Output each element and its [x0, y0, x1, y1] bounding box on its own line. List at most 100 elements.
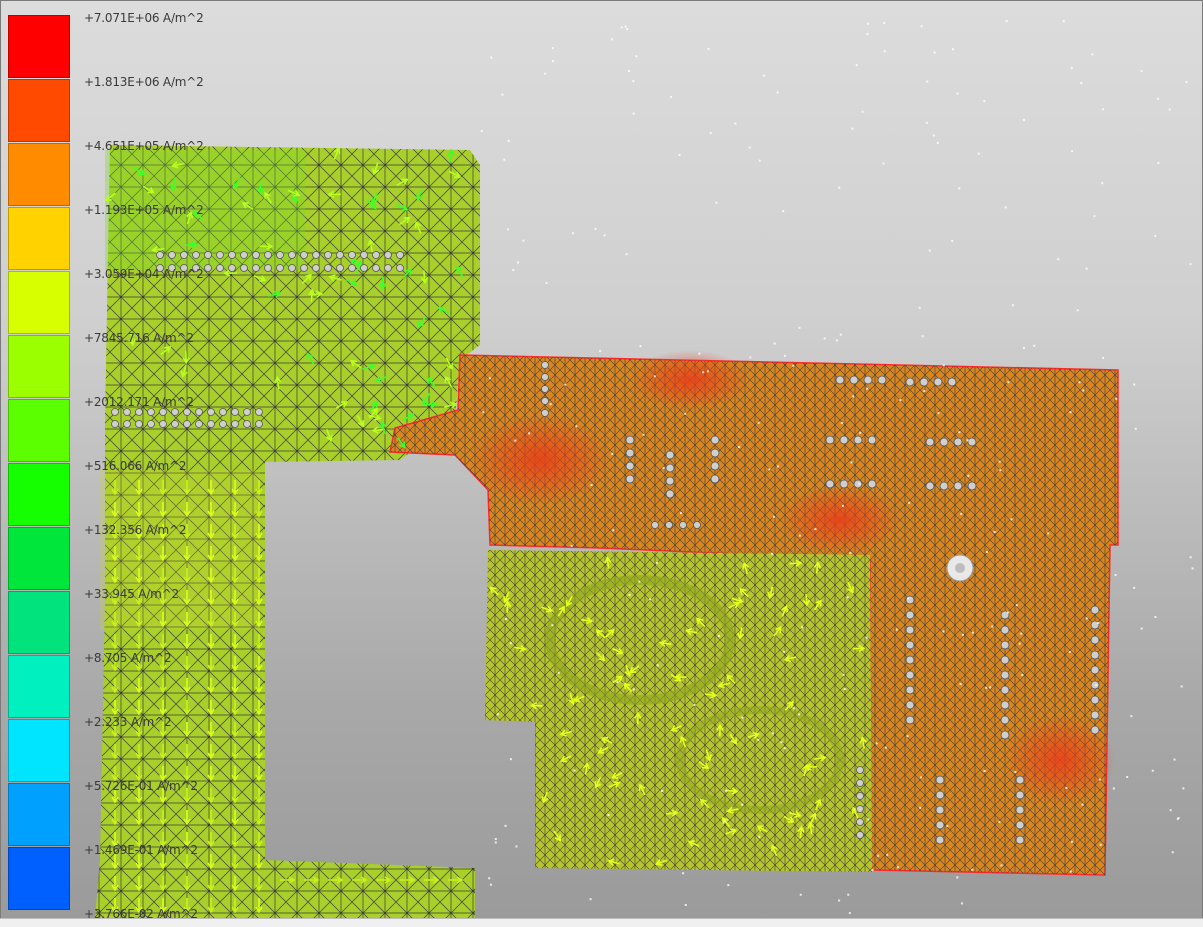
background-dot [653, 375, 656, 378]
background-dot [748, 146, 751, 149]
background-dot [852, 395, 855, 398]
background-dot [693, 703, 696, 706]
background-dot [682, 872, 685, 875]
legend-label: +2012.171 A/m^2 [84, 395, 194, 409]
background-dot [782, 210, 785, 213]
background-dot [942, 630, 945, 633]
background-dot [1171, 851, 1174, 854]
via [1000, 685, 1010, 695]
simulation-viewport[interactable]: +7.071E+06 A/m^2 +1.813E+06 A/m^2 +4.651E+… [0, 0, 1203, 927]
background-dot [757, 421, 760, 424]
background-dot [1182, 787, 1185, 790]
via [905, 685, 915, 695]
via [919, 377, 929, 387]
via [255, 408, 263, 416]
background-dot [956, 876, 959, 879]
background-dot [998, 820, 1001, 823]
background-dot [1102, 356, 1105, 359]
background-dot [768, 468, 771, 471]
background-dot [896, 866, 899, 869]
background-dot [966, 439, 969, 442]
via [123, 408, 131, 416]
via [252, 251, 260, 259]
via [159, 420, 167, 428]
via [651, 521, 659, 529]
via [853, 435, 863, 445]
via [710, 474, 720, 484]
legend-label: +8.705 A/m^2 [84, 651, 172, 665]
background-dot [928, 249, 931, 252]
background-dot [839, 333, 842, 336]
via [947, 377, 957, 387]
background-dot [1033, 344, 1036, 347]
via [867, 435, 877, 445]
background-dot [1085, 267, 1088, 270]
via [935, 820, 945, 830]
background-dot [741, 803, 744, 806]
background-dot [632, 688, 635, 691]
background-dot [656, 664, 659, 667]
via [147, 408, 155, 416]
background-dot [1133, 586, 1136, 589]
via [324, 251, 332, 259]
via [216, 251, 224, 259]
background-dot [758, 835, 761, 838]
background-dot [660, 789, 663, 792]
via [1090, 605, 1100, 615]
via [288, 264, 296, 272]
background-dot [670, 95, 673, 98]
background-dot [793, 707, 796, 710]
via [935, 790, 945, 800]
background-dot [757, 738, 760, 741]
background-dot [906, 735, 909, 738]
background-dot [624, 25, 627, 28]
via [276, 264, 284, 272]
via [204, 251, 212, 259]
via [348, 264, 356, 272]
background-dot [1101, 182, 1104, 185]
background-dot [1047, 532, 1050, 535]
background-dot [1098, 778, 1101, 781]
via [252, 264, 260, 272]
via [255, 420, 263, 428]
background-dot [847, 893, 850, 896]
background-dot [798, 326, 801, 329]
via [300, 264, 308, 272]
via [905, 700, 915, 710]
background-dot [707, 370, 710, 373]
via [1015, 820, 1025, 830]
background-dot [1004, 206, 1007, 209]
background-dot [858, 482, 861, 485]
background-dot [1070, 67, 1073, 70]
background-dot [552, 60, 555, 63]
via [243, 408, 251, 416]
via [625, 474, 635, 484]
background-dot [626, 28, 629, 31]
background-dot [959, 683, 962, 686]
background-dot [867, 818, 870, 821]
via [710, 448, 720, 458]
background-dot [999, 469, 1002, 472]
background-dot [1157, 97, 1160, 100]
legend-label: +5.726E-01 A/m^2 [84, 779, 198, 793]
background-dot [749, 356, 752, 359]
background-dot [528, 432, 531, 435]
background-dot [1078, 381, 1081, 384]
legend-label: +1.469E-01 A/m^2 [84, 843, 198, 857]
background-dot [1015, 604, 1018, 607]
background-dot [494, 841, 497, 844]
background-dot [1173, 758, 1176, 761]
background-dot [855, 64, 858, 67]
via [243, 420, 251, 428]
color-legend: +7.071E+06 A/m^2 +1.813E+06 A/m^2 +4.651E+… [8, 11, 204, 921]
middle-copper-region [485, 550, 872, 872]
via [665, 489, 675, 499]
legend-label: +4.651E+05 A/m^2 [84, 139, 204, 153]
legend-label: +33.945 A/m^2 [84, 587, 179, 601]
background-dot [921, 335, 924, 338]
background-dot [866, 33, 869, 36]
background-dot [835, 339, 838, 342]
via [396, 264, 404, 272]
background-dot [698, 352, 701, 355]
background-dot [1168, 108, 1171, 111]
